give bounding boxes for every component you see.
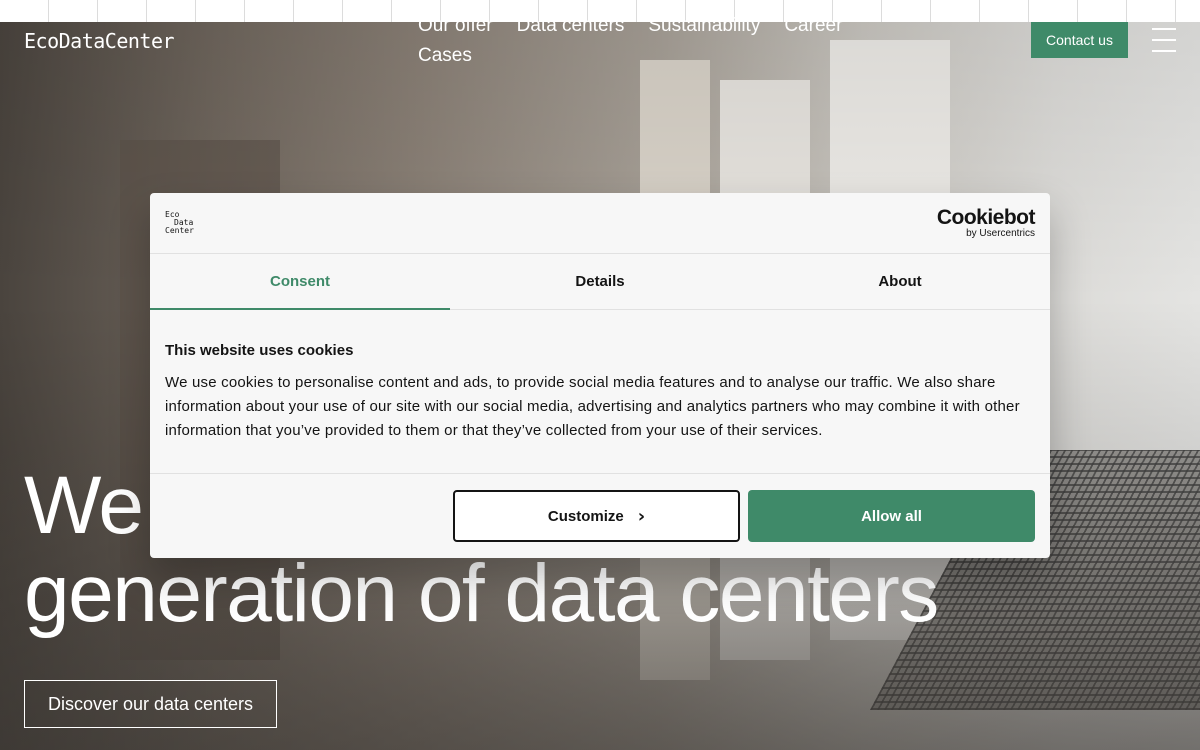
tab-details[interactable]: Details [450, 254, 750, 309]
nav-sustainability[interactable]: Sustainability [648, 14, 760, 38]
dialog-header: Eco Data Center Cookiebot by Usercentric… [150, 193, 1050, 254]
dialog-footer: Customize › Allow all [150, 474, 1050, 558]
hamburger-menu-icon[interactable] [1152, 28, 1176, 52]
tab-about[interactable]: About [750, 254, 1050, 309]
allow-all-button[interactable]: Allow all [748, 490, 1035, 542]
nav-our-offer[interactable]: Our offer [418, 14, 493, 38]
customize-label: Customize [547, 507, 624, 525]
dialog-title: This website uses cookies [165, 342, 354, 359]
chevron-right-icon: › [637, 505, 646, 527]
site-logo[interactable]: EcoDataCenter [24, 29, 175, 53]
nav-cases[interactable]: Cases [418, 44, 472, 68]
customize-button[interactable]: Customize › [453, 490, 740, 542]
dialog-description: We use cookies to personalise content an… [165, 374, 1020, 439]
dialog-site-logo: Eco Data Center [165, 210, 194, 235]
cookie-consent-dialog: Eco Data Center Cookiebot by Usercentric… [150, 193, 1050, 558]
hero-headline-line1: We [24, 460, 144, 551]
main-nav: Our offer Data centers Sustainability Ca… [418, 14, 858, 68]
dialog-tabs: Consent Details About [150, 254, 1050, 310]
dialog-body: This website uses cookies We use cookies… [150, 310, 1050, 474]
tab-consent[interactable]: Consent [150, 254, 450, 310]
nav-career[interactable]: Career [784, 14, 842, 38]
cookiebot-logo[interactable]: Cookiebot by Usercentrics [937, 207, 1036, 239]
contact-us-button[interactable]: Contact us [1031, 22, 1128, 58]
hero-headline-line2: generation of data centers [24, 548, 939, 639]
nav-data-centers[interactable]: Data centers [517, 14, 625, 38]
discover-data-centers-button[interactable]: Discover our data centers [24, 680, 277, 728]
